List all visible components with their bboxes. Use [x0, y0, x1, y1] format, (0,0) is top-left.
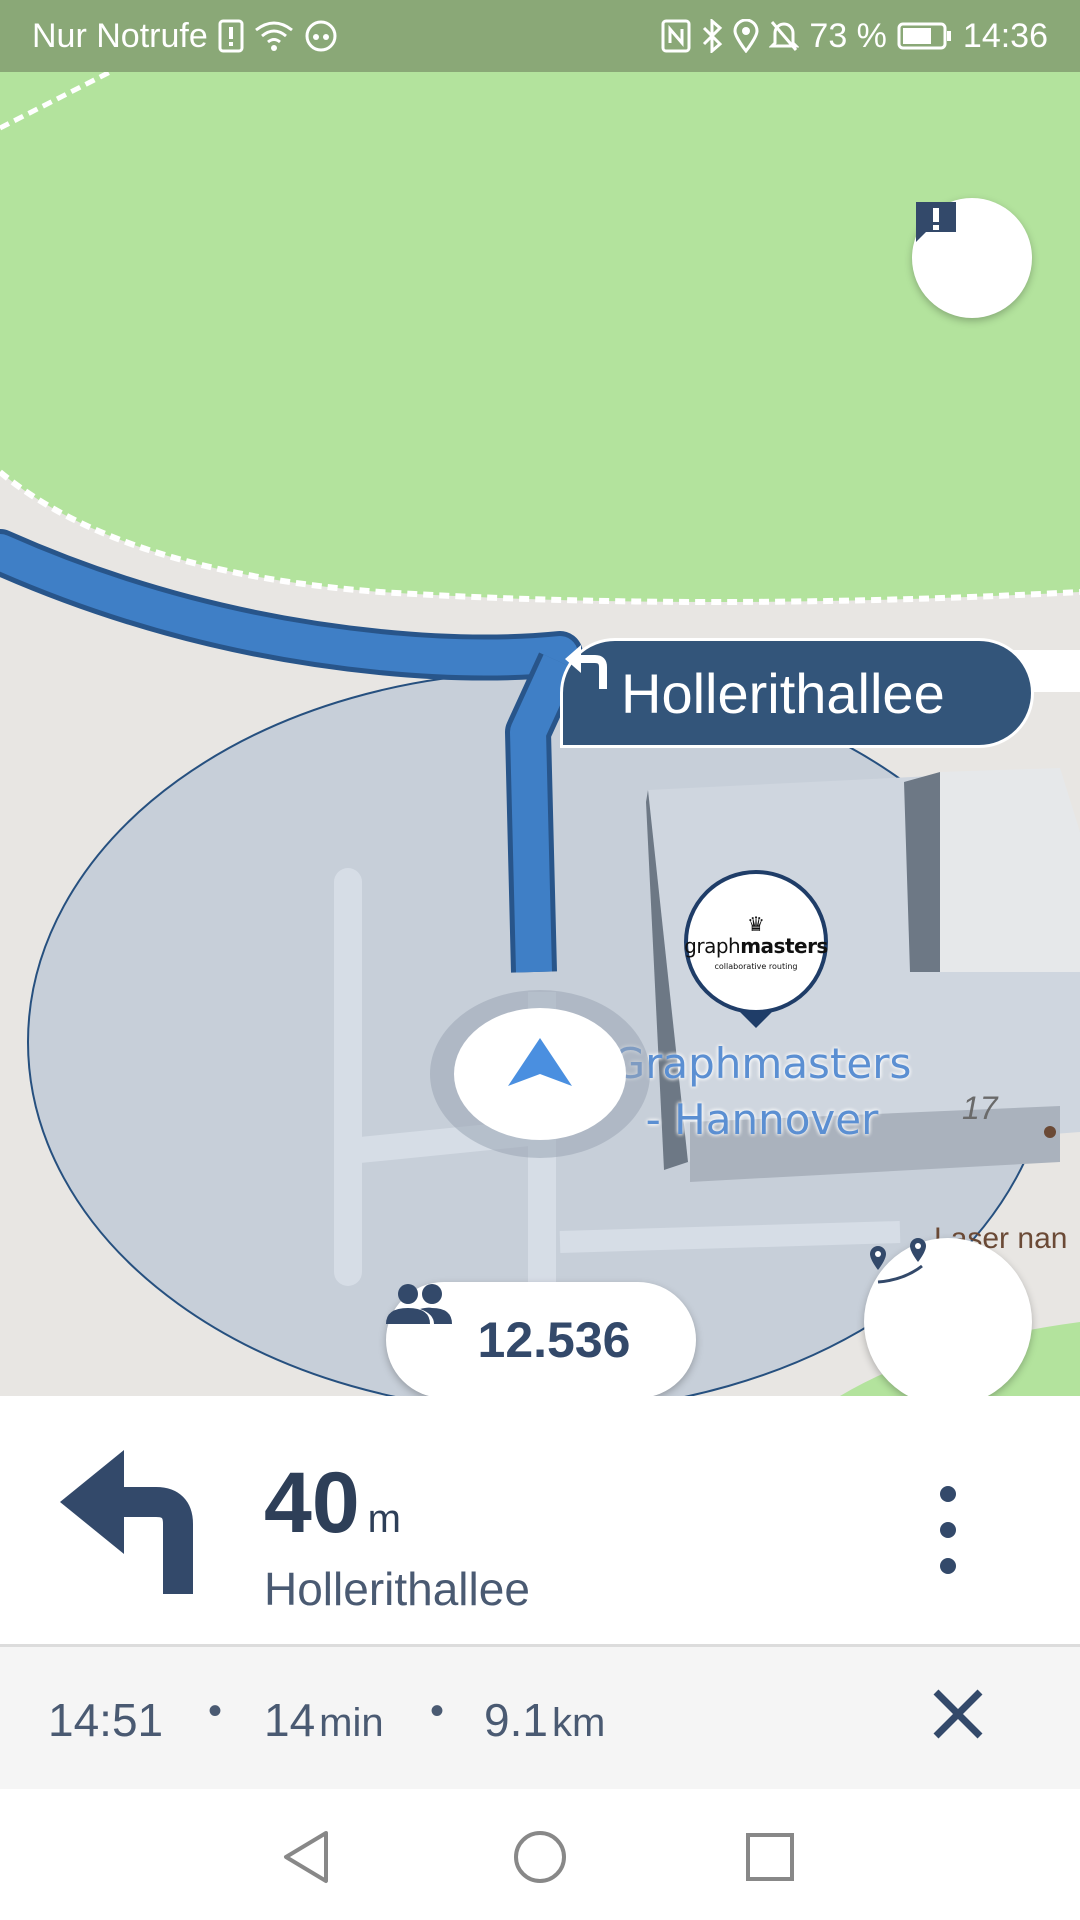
current-position-marker — [428, 988, 652, 1160]
sim-alert-icon — [218, 19, 244, 53]
report-button[interactable] — [912, 198, 1032, 318]
active-users-pill[interactable]: 12.536 — [386, 1282, 696, 1396]
battery-percent: 73 % — [809, 16, 887, 55]
location-icon — [733, 19, 759, 53]
poi-pin[interactable]: ♛ graphmasters collaborative routing — [684, 870, 828, 1030]
pin-tip-icon — [738, 1010, 774, 1028]
turn-instruction-panel: 40 m Hollerithallee — [0, 1396, 1080, 1647]
nfc-icon — [661, 19, 691, 53]
distance-unit: m — [367, 1497, 401, 1541]
trip-summary-bar: 14:51 • 14 min • 9.1 km — [0, 1647, 1080, 1791]
turn-distance: 40 m — [264, 1454, 401, 1553]
crown-icon: ♛ — [747, 911, 765, 936]
more-vert-icon — [940, 1486, 956, 1502]
poi-label[interactable]: Graphmasters - Hannover — [612, 1036, 912, 1148]
data-saver-icon — [304, 19, 338, 53]
callout-street-name: Hollerithallee — [621, 661, 945, 725]
back-icon[interactable] — [276, 1825, 340, 1889]
system-nav-bar — [0, 1789, 1080, 1920]
remaining-distance: 9.1 km — [484, 1694, 606, 1746]
home-icon[interactable] — [508, 1825, 572, 1889]
distance-value: 40 — [264, 1455, 360, 1551]
bluetooth-icon — [701, 19, 723, 53]
close-icon — [932, 1688, 984, 1751]
turn-left-arrow-icon — [58, 1446, 208, 1601]
remaining-duration: 14 min — [264, 1694, 384, 1746]
arrival-time: 14:51 — [48, 1694, 164, 1746]
more-options-button[interactable] — [918, 1480, 978, 1580]
next-street-name: Hollerithallee — [264, 1563, 530, 1615]
company-logo: ♛ graphmasters collaborative routing — [684, 870, 828, 1014]
recents-icon[interactable] — [738, 1825, 802, 1889]
users-count: 12.536 — [477, 1312, 631, 1368]
wifi-icon — [254, 20, 294, 52]
end-navigation-button[interactable] — [918, 1679, 998, 1759]
status-bar: Nur Notrufe 73 % 14:36 — [0, 0, 1080, 72]
battery-icon — [897, 21, 953, 51]
clock: 14:36 — [962, 16, 1048, 55]
house-number: 17 — [962, 1090, 998, 1126]
map-view[interactable]: Hollerithallee ♛ graphmasters collaborat… — [0, 72, 1080, 1396]
route-overview-button[interactable] — [864, 1238, 1032, 1396]
next-turn-callout: Hollerithallee — [560, 638, 1034, 748]
silent-icon — [769, 19, 800, 53]
separator: • — [430, 1689, 445, 1733]
carrier-label: Nur Notrufe — [32, 16, 208, 55]
separator: • — [208, 1689, 223, 1733]
